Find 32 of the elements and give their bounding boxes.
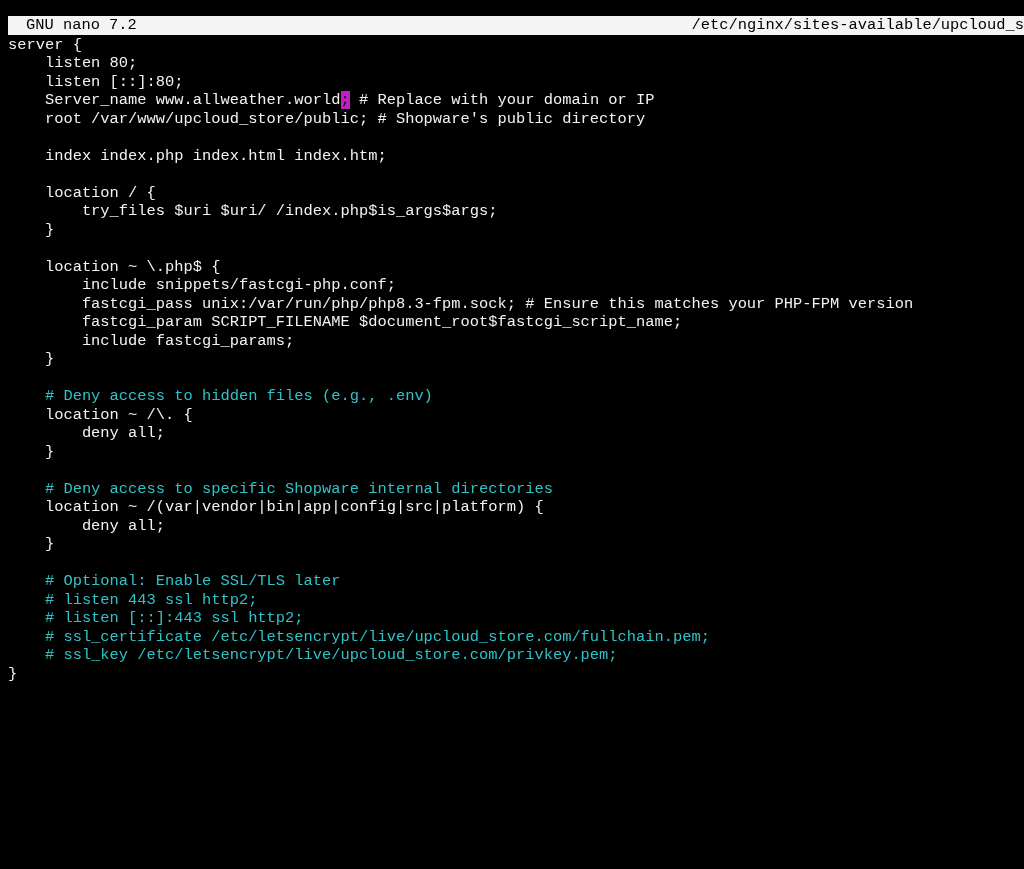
code-line: fastcgi_pass unix:/var/run/php/php8.3-fpm.sock; # Ensure this matches your PHP-FPM version — [80, 294, 914, 313]
comment-line: # Deny access to specific Shopware internal directories — [43, 479, 553, 498]
code-line: deny all; — [80, 424, 165, 443]
code-line: include snippets/fastcgi-php.conf; — [80, 276, 396, 295]
code-line: try_files $uri $uri/ /index.php$is_args$args; — [80, 202, 498, 221]
code-line: deny all; — [80, 516, 165, 535]
text-cursor: ; — [340, 91, 350, 109]
code-line: location ~ /(var|vendor|bin|app|config|src|platform) { — [43, 498, 544, 517]
comment-line: # listen [::]:443 ssl http2; — [43, 609, 304, 628]
code-line: listen 80; — [43, 54, 138, 73]
comment-line: # ssl_certificate /etc/letsencrypt/live/upcloud_store.com/fullchain.pem; — [43, 627, 710, 646]
code-line: } — [43, 350, 55, 369]
code-line: } — [43, 220, 55, 239]
code-line: index index.php index.html index.htm; — [43, 146, 387, 165]
code-line: } — [8, 664, 18, 683]
code-line: Server_name www.allweather.world; # Replace with your domain or IP — [43, 91, 655, 110]
comment-line: # ssl_key /etc/letsencrypt/live/upcloud_store.com/privkey.pem; — [43, 646, 618, 665]
code-line: } — [43, 535, 55, 554]
code-line: listen [::]:80; — [43, 72, 184, 91]
editor-version: GNU nano 7.2 — [25, 16, 137, 35]
code-line: location ~ \.php$ { — [43, 257, 221, 276]
code-line: fastcgi_param SCRIPT_FILENAME $document_root$fastcgi_script_name; — [80, 313, 683, 332]
code-line: root /var/www/upcloud_store/public; # Shopware's public directory — [43, 109, 646, 128]
file-path: /etc/nginx/sites-available/upcloud_s — [691, 16, 1024, 35]
code-line: location ~ /\. { — [43, 405, 193, 424]
code-line: server { — [8, 35, 82, 54]
comment-line: # listen 443 ssl http2; — [43, 590, 258, 609]
code-line: include fastcgi_params; — [80, 331, 295, 350]
comment-line: # Optional: Enable SSL/TLS later — [43, 572, 341, 591]
comment-line: # Deny access to hidden files (e.g., .env) — [43, 387, 433, 406]
code-line: location / { — [43, 183, 156, 202]
code-line: } — [43, 442, 55, 461]
